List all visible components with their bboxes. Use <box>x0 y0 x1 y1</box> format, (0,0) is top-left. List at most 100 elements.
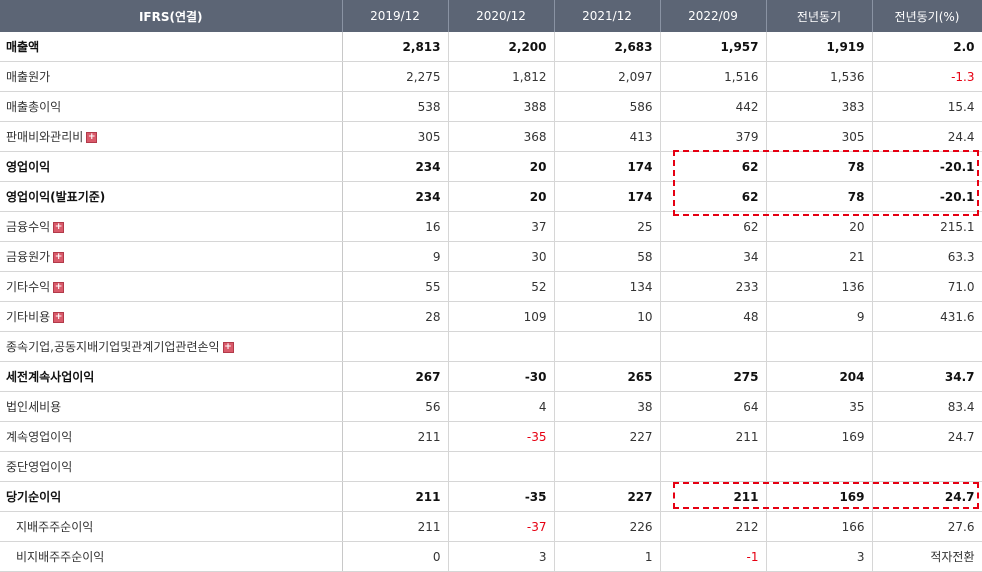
expand-plus-icon[interactable]: + <box>53 282 65 293</box>
row-label[interactable]: 기타수익 + <box>0 271 343 302</box>
cell-value <box>660 331 767 362</box>
header-ifrs[interactable]: IFRS(연결) <box>0 0 343 32</box>
cell-value: -37 <box>448 511 555 542</box>
cell-value: 211 <box>660 421 767 452</box>
cell-value: 64 <box>660 391 767 422</box>
cell-value: 37 <box>448 211 555 242</box>
cell-value: 9 <box>766 301 873 332</box>
cell-value: 227 <box>554 421 661 452</box>
cell-value: 265 <box>554 361 661 392</box>
table-row: 매출액 2,813 2,200 2,683 1,957 1,919 2.0 <box>0 32 982 62</box>
table-row: 금융원가 +9 30 58 34 21 63.3 <box>0 241 982 272</box>
row-label-text: 매출총이익 <box>6 100 62 114</box>
row-label-text: 기타비용 <box>6 310 51 324</box>
cell-value: 204 <box>766 361 873 392</box>
cell-value: -1.3 <box>872 61 982 92</box>
header-2022-09: 2022/09 <box>660 0 767 32</box>
cell-value: 431.6 <box>872 301 982 332</box>
row-label-text: 종속기업,공동지배기업및관계기업관련손익 <box>6 340 220 354</box>
table-row: 매출총이익 538 388 586 442 383 15.4 <box>0 91 982 122</box>
cell-value: 27.6 <box>872 511 982 542</box>
row-label-text: 영업이익 <box>6 160 51 174</box>
row-label: 당기순이익 <box>0 481 343 512</box>
cell-value: -1 <box>660 541 767 572</box>
expand-plus-icon[interactable]: + <box>86 132 98 143</box>
table-row: 세전계속사업이익 267 -30 265 275 204 34.7 <box>0 361 982 392</box>
cell-value <box>342 331 449 362</box>
cell-value: 134 <box>554 271 661 302</box>
cell-value: 25 <box>554 211 661 242</box>
expand-plus-icon[interactable]: + <box>53 222 65 233</box>
cell-value: 15.4 <box>872 91 982 122</box>
expand-plus-icon[interactable]: + <box>53 252 65 263</box>
cell-value: -30 <box>448 361 555 392</box>
header-2020: 2020/12 <box>448 0 555 32</box>
cell-value: 227 <box>554 481 661 512</box>
cell-value: 1,536 <box>766 61 873 92</box>
cell-value: 166 <box>766 511 873 542</box>
cell-value: 234 <box>342 151 449 182</box>
cell-value: 4 <box>448 391 555 422</box>
table-row: 기타비용 +28 109 10 48 9 431.6 <box>0 301 982 332</box>
cell-value: 52 <box>448 271 555 302</box>
row-label[interactable]: 종속기업,공동지배기업및관계기업관련손익 + <box>0 331 343 362</box>
expand-plus-icon[interactable]: + <box>53 312 65 323</box>
cell-value: 212 <box>660 511 767 542</box>
row-label: 세전계속사업이익 <box>0 361 343 392</box>
cell-value: 34.7 <box>872 361 982 392</box>
cell-value: 109 <box>448 301 555 332</box>
cell-value: 10 <box>554 301 661 332</box>
row-label[interactable]: 금융수익 + <box>0 211 343 242</box>
row-label: 지배주주순이익 <box>0 511 343 542</box>
cell-value: 169 <box>766 421 873 452</box>
cell-value: 78 <box>766 181 873 212</box>
table-row: 당기순이익 211 -35 227 211 169 24.7 <box>0 481 982 512</box>
cell-value: 24.7 <box>872 481 982 512</box>
cell-value: 30 <box>448 241 555 272</box>
table-row: 금융수익 +16 37 25 62 20 215.1 <box>0 211 982 242</box>
cell-value: -20.1 <box>872 151 982 182</box>
cell-value <box>448 451 555 482</box>
cell-value: 3 <box>448 541 555 572</box>
cell-value: -35 <box>448 481 555 512</box>
cell-value: 56 <box>342 391 449 422</box>
cell-value: 62 <box>660 151 767 182</box>
cell-value: 174 <box>554 181 661 212</box>
table-row: 법인세비용 56 4 38 64 35 83.4 <box>0 391 982 422</box>
cell-value: 20 <box>766 211 873 242</box>
cell-value: 586 <box>554 91 661 122</box>
cell-value: 413 <box>554 121 661 152</box>
row-label[interactable]: 판매비와관리비 + <box>0 121 343 152</box>
cell-value: 2,200 <box>448 32 555 62</box>
row-label-text: 중단영업이익 <box>6 460 73 474</box>
cell-value: 211 <box>342 511 449 542</box>
cell-value: 21 <box>766 241 873 272</box>
cell-value: 368 <box>448 121 555 152</box>
cell-value: 48 <box>660 301 767 332</box>
row-label-text: 지배주주순이익 <box>16 520 94 534</box>
cell-value: 2,275 <box>342 61 449 92</box>
table-row: 기타수익 +55 52 134 233 136 71.0 <box>0 271 982 302</box>
row-label-text: 매출액 <box>6 40 40 54</box>
row-label[interactable]: 기타비용 + <box>0 301 343 332</box>
cell-value: 62 <box>660 211 767 242</box>
cell-value: 538 <box>342 91 449 122</box>
row-label: 매출총이익 <box>0 91 343 122</box>
cell-value: 20 <box>448 151 555 182</box>
cell-value: 28 <box>342 301 449 332</box>
row-label[interactable]: 금융원가 + <box>0 241 343 272</box>
cell-value: 78 <box>766 151 873 182</box>
row-label-text: 매출원가 <box>6 70 51 84</box>
cell-value: -20.1 <box>872 181 982 212</box>
table-row: 비지배주주순이익 0 3 1 -1 3 적자전환 <box>0 541 982 572</box>
cell-value: 275 <box>660 361 767 392</box>
table-row: 영업이익 234 20 174 62 78 -20.1 <box>0 151 982 182</box>
row-label: 비지배주주순이익 <box>0 541 343 572</box>
cell-value: 62 <box>660 181 767 212</box>
row-label: 영업이익(발표기준) <box>0 181 343 212</box>
cell-value: -35 <box>448 421 555 452</box>
cell-value: 305 <box>766 121 873 152</box>
row-label-text: 기타수익 <box>6 280 51 294</box>
row-label: 매출액 <box>0 32 343 62</box>
expand-plus-icon[interactable]: + <box>222 342 234 353</box>
